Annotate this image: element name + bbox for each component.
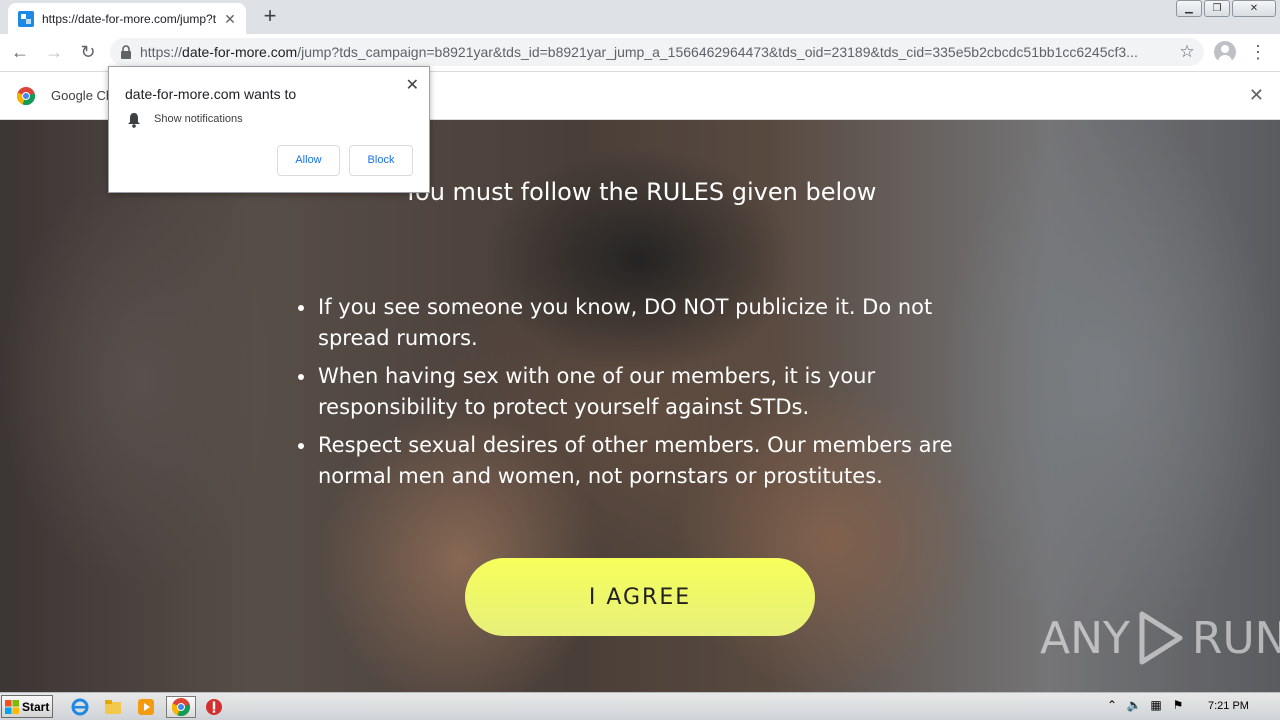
file-explorer-icon[interactable] bbox=[100, 696, 126, 718]
url-prefix: https:// bbox=[140, 44, 183, 60]
address-bar[interactable]: https://date-for-more.com/jump?tds_campa… bbox=[110, 38, 1204, 66]
reload-icon[interactable]: ↻ bbox=[74, 39, 102, 67]
network-icon[interactable]: ▦ bbox=[1148, 697, 1164, 713]
menu-dots-icon[interactable]: ⋮ bbox=[1248, 42, 1268, 62]
url-host: date-for-more.com bbox=[182, 44, 298, 60]
forward-arrow-icon[interactable]: → bbox=[40, 39, 68, 67]
action-center-flag-icon[interactable]: ⚑ bbox=[1170, 697, 1186, 713]
browser-tab[interactable]: https://date-for-more.com/jump?tds ✕ bbox=[8, 3, 246, 34]
info-bar-text: Google Ch bbox=[51, 88, 114, 103]
media-player-icon[interactable] bbox=[133, 696, 159, 718]
rules-list: If you see someone you know, DO NOT publ… bbox=[298, 292, 998, 499]
back-arrow-icon[interactable]: ← bbox=[6, 39, 34, 67]
window-controls: ▁ ❐ ✕ bbox=[1176, 0, 1276, 17]
start-button[interactable]: Start bbox=[1, 695, 53, 718]
permission-popup: date-for-more.com wants to ✕ Show notifi… bbox=[108, 66, 430, 193]
tab-close-icon[interactable]: ✕ bbox=[222, 11, 238, 27]
internet-explorer-icon[interactable] bbox=[67, 696, 93, 718]
info-bar-close-icon[interactable]: ✕ bbox=[1249, 86, 1264, 104]
lock-icon[interactable] bbox=[120, 45, 132, 59]
minimize-icon[interactable]: ▁ bbox=[1176, 0, 1202, 17]
page-content: You must follow the RULES given below If… bbox=[0, 120, 1280, 692]
rule-item: If you see someone you know, DO NOT publ… bbox=[298, 292, 998, 354]
permission-label: Show notifications bbox=[154, 113, 243, 125]
url-text[interactable]: https://date-for-more.com/jump?tds_campa… bbox=[140, 44, 1176, 60]
restore-icon[interactable]: ❐ bbox=[1204, 0, 1230, 17]
bell-icon bbox=[128, 113, 140, 128]
site-favicon-icon bbox=[18, 10, 34, 27]
stop-sign-icon[interactable] bbox=[201, 696, 227, 718]
tab-strip: https://date-for-more.com/jump?tds ✕ + ▁… bbox=[0, 0, 1280, 34]
clock[interactable]: 7:21 PM bbox=[1208, 700, 1249, 712]
allow-button[interactable]: Allow bbox=[277, 145, 340, 176]
start-label: Start bbox=[22, 699, 50, 714]
volume-icon[interactable]: 🔈 bbox=[1126, 697, 1142, 713]
watermark-right: RUN bbox=[1191, 612, 1280, 664]
taskbar: Start ⌃ 🔈 ▦ ⚑ 7:21 PM bbox=[0, 692, 1280, 720]
windows-flag-icon bbox=[5, 699, 19, 714]
bookmark-star-icon[interactable]: ☆ bbox=[1176, 42, 1198, 62]
window-close-icon[interactable]: ✕ bbox=[1232, 0, 1276, 17]
chrome-logo-icon bbox=[17, 86, 35, 105]
tray-expand-icon[interactable]: ⌃ bbox=[1104, 697, 1120, 713]
tab-title: https://date-for-more.com/jump?tds bbox=[42, 11, 216, 26]
watermark-left: ANY bbox=[1040, 612, 1130, 664]
block-button[interactable]: Block bbox=[349, 145, 413, 176]
play-logo-icon bbox=[1139, 611, 1183, 665]
profile-avatar-icon[interactable] bbox=[1214, 41, 1236, 63]
popup-title: date-for-more.com wants to bbox=[125, 86, 297, 102]
rule-item: When having sex with one of our members,… bbox=[298, 361, 998, 423]
anyrun-watermark: ANY RUN bbox=[1040, 610, 1280, 666]
url-path: /jump?tds_campaign=b8921yar&tds_id=b8921… bbox=[297, 44, 1138, 60]
new-tab-button[interactable]: + bbox=[258, 5, 282, 29]
popup-close-icon[interactable]: ✕ bbox=[406, 75, 419, 95]
chrome-taskbar-icon[interactable] bbox=[166, 696, 196, 718]
agree-button[interactable]: I AGREE bbox=[465, 558, 815, 636]
rule-item: Respect sexual desires of other members.… bbox=[298, 430, 998, 492]
system-tray: ⌃ 🔈 ▦ ⚑ bbox=[1104, 697, 1186, 713]
